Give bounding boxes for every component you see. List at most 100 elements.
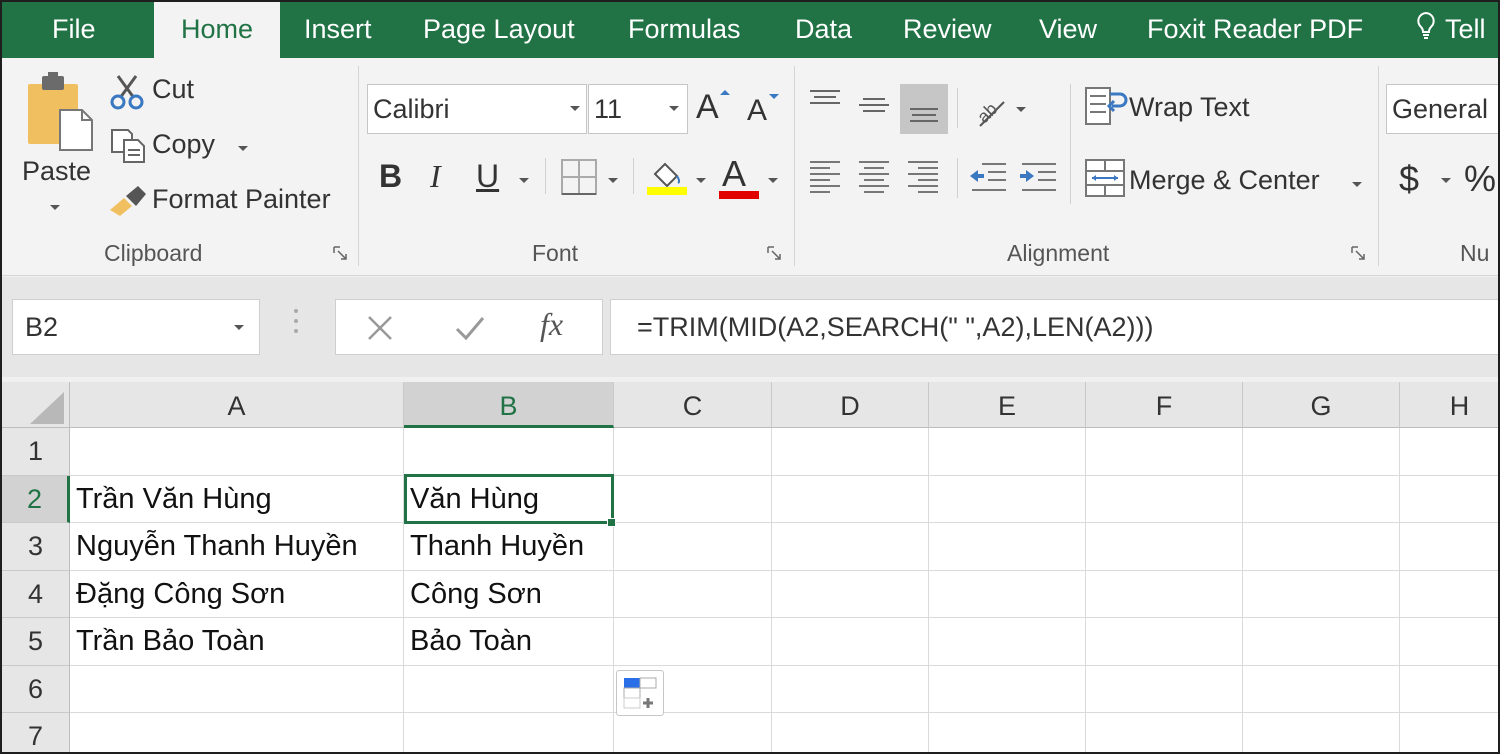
cell-g2[interactable] (1243, 475, 1400, 523)
fill-handle[interactable] (607, 518, 616, 527)
tab-page-layout[interactable]: Page Layout (423, 2, 575, 58)
percent-style-button[interactable]: % (1464, 158, 1496, 200)
cell-d1[interactable] (772, 428, 929, 476)
font-size-combobox[interactable]: 11 (588, 84, 688, 134)
copy-button[interactable]: Copy (152, 129, 215, 160)
cell-g4[interactable] (1243, 570, 1400, 618)
clipboard-dialog-launcher-icon[interactable] (333, 246, 347, 260)
tab-formulas[interactable]: Formulas (628, 2, 741, 58)
cell-e6[interactable] (929, 665, 1086, 713)
row-header-7[interactable]: 7 (2, 713, 70, 752)
row-header-3[interactable]: 3 (2, 523, 70, 571)
grow-font-button[interactable]: A (696, 88, 730, 127)
tab-data[interactable]: Data (795, 2, 852, 58)
number-format-combobox[interactable]: General (1386, 84, 1498, 134)
font-dialog-launcher-icon[interactable] (767, 246, 781, 260)
name-box-dropdown-icon[interactable] (234, 325, 244, 330)
cell-a3[interactable]: Nguyễn Thanh Huyền (70, 523, 404, 571)
select-all-button[interactable] (2, 382, 70, 428)
cell-c2[interactable] (614, 475, 772, 523)
copy-dropdown-icon[interactable] (238, 146, 248, 151)
bold-button[interactable]: B (379, 158, 402, 195)
cell-b1[interactable] (404, 428, 614, 476)
cell-a2[interactable]: Trần Văn Hùng (70, 475, 404, 523)
row-header-6[interactable]: 6 (2, 665, 70, 713)
column-header-h[interactable]: H (1400, 382, 1498, 428)
cancel-icon[interactable] (366, 314, 394, 342)
cell-f1[interactable] (1086, 428, 1243, 476)
column-header-b[interactable]: B (404, 382, 614, 428)
underline-dropdown-icon[interactable] (519, 178, 529, 183)
cell-b3[interactable]: Thanh Huyền (404, 523, 614, 571)
cell-d5[interactable] (772, 618, 929, 666)
cell-f3[interactable] (1086, 523, 1243, 571)
formula-input[interactable]: =TRIM(MID(A2,SEARCH(" ",A2),LEN(A2))) (610, 299, 1498, 355)
cell-g7[interactable] (1243, 713, 1400, 752)
cell-h2[interactable] (1400, 476, 1498, 523)
cell-h5[interactable] (1400, 618, 1498, 666)
borders-dropdown-icon[interactable] (608, 178, 618, 183)
cell-h6[interactable] (1400, 666, 1498, 713)
cell-b7[interactable] (404, 713, 614, 752)
cell-d7[interactable] (772, 713, 929, 752)
fill-color-dropdown-icon[interactable] (696, 178, 706, 183)
cell-a4[interactable]: Đặng Công Sơn (70, 570, 404, 618)
cell-b4[interactable]: Công Sơn (404, 570, 614, 618)
decrease-indent-icon[interactable] (968, 158, 1008, 194)
name-box[interactable]: B2 (12, 299, 260, 355)
underline-button[interactable]: U (476, 158, 499, 195)
cell-g1[interactable] (1243, 428, 1400, 476)
column-header-d[interactable]: D (772, 382, 929, 428)
cell-a1[interactable] (70, 428, 404, 476)
cell-f7[interactable] (1086, 713, 1243, 752)
cell-h7[interactable] (1400, 713, 1498, 752)
insert-function-button[interactable]: fx (540, 306, 563, 343)
cell-c4[interactable] (614, 570, 772, 618)
quick-analysis-button[interactable] (616, 670, 664, 716)
bottom-align-button[interactable] (900, 84, 948, 134)
increase-indent-icon[interactable] (1018, 158, 1058, 194)
cell-e7[interactable] (929, 713, 1086, 752)
cell-e2[interactable] (929, 475, 1086, 523)
accounting-format-button[interactable]: $ (1399, 158, 1419, 200)
accounting-dropdown-icon[interactable] (1441, 178, 1451, 183)
chevron-down-icon[interactable] (570, 106, 580, 111)
cell-f5[interactable] (1086, 618, 1243, 666)
align-left-icon[interactable] (808, 158, 842, 194)
borders-button[interactable] (561, 159, 597, 195)
chevron-down-icon[interactable] (669, 106, 679, 111)
alignment-dialog-launcher-icon[interactable] (1351, 246, 1365, 260)
cell-d2[interactable] (772, 475, 929, 523)
row-header-1[interactable]: 1 (2, 428, 70, 476)
tab-insert[interactable]: Insert (304, 2, 372, 58)
top-align-icon[interactable] (808, 88, 842, 110)
cell-f4[interactable] (1086, 570, 1243, 618)
cell-h4[interactable] (1400, 571, 1498, 618)
column-header-g[interactable]: G (1243, 382, 1400, 428)
tab-review[interactable]: Review (903, 2, 992, 58)
cell-d4[interactable] (772, 570, 929, 618)
cell-g3[interactable] (1243, 523, 1400, 571)
middle-align-icon[interactable] (857, 96, 891, 118)
merge-center-button[interactable]: Merge & Center (1129, 165, 1320, 196)
wrap-text-button[interactable]: Wrap Text (1129, 92, 1250, 123)
cell-d3[interactable] (772, 523, 929, 571)
fill-color-button[interactable] (647, 156, 689, 196)
font-color-button[interactable]: A (722, 153, 746, 195)
cell-a7[interactable] (70, 713, 404, 752)
cell-g5[interactable] (1243, 618, 1400, 666)
paste-button[interactable] (24, 72, 96, 152)
cell-e5[interactable] (929, 618, 1086, 666)
cell-f6[interactable] (1086, 665, 1243, 713)
align-center-icon[interactable] (857, 158, 891, 194)
paste-label[interactable]: Paste (22, 156, 91, 187)
tab-file[interactable]: File (52, 2, 96, 58)
format-painter-button[interactable]: Format Painter (152, 184, 331, 215)
cell-c7[interactable] (614, 713, 772, 752)
cell-e3[interactable] (929, 523, 1086, 571)
paste-dropdown-icon[interactable] (50, 205, 60, 210)
row-header-5[interactable]: 5 (2, 618, 70, 666)
italic-button[interactable]: I (430, 158, 441, 195)
align-right-icon[interactable] (906, 158, 940, 194)
cell-c3[interactable] (614, 523, 772, 571)
